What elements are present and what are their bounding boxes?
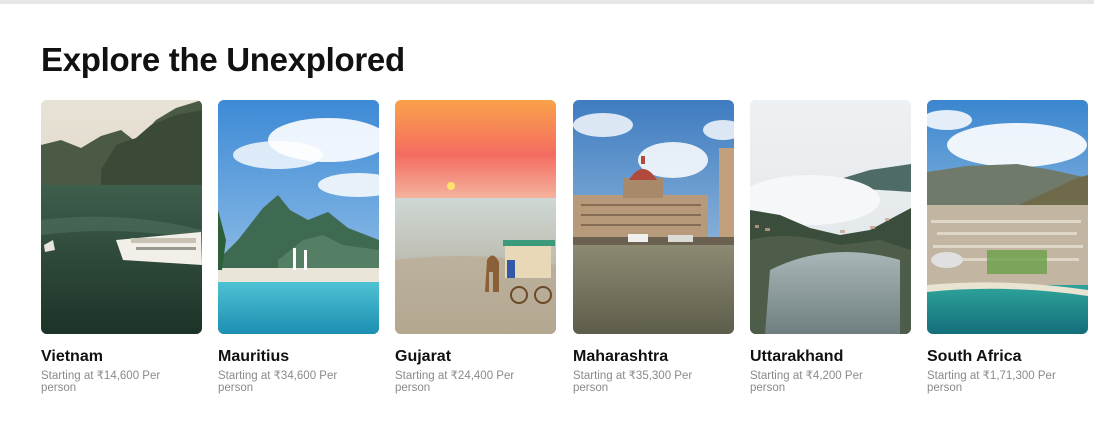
top-divider bbox=[0, 0, 1094, 4]
vietnam-bay-cruise-image[interactable] bbox=[41, 100, 202, 334]
destination-card-mauritius[interactable]: Mauritius Starting at ₹34,600 Per person bbox=[218, 100, 380, 394]
destination-name[interactable]: South Africa bbox=[927, 348, 1089, 366]
destination-name[interactable]: Gujarat bbox=[395, 348, 557, 366]
gujarat-sunset-camel-cart-image[interactable] bbox=[395, 100, 556, 334]
destination-card-gujarat[interactable]: Gujarat Starting at ₹24,400 Per person bbox=[395, 100, 557, 394]
destination-card-uttarakhand[interactable]: Uttarakhand Starting at ₹4,200 Per perso… bbox=[750, 100, 912, 394]
destination-price: Starting at ₹1,71,300 Per person bbox=[927, 370, 1056, 394]
mumbai-taj-hotel-image[interactable] bbox=[573, 100, 734, 334]
destination-card-maharashtra[interactable]: Maharashtra Starting at ₹35,300 Per pers… bbox=[573, 100, 735, 394]
destination-price: Starting at ₹4,200 Per person bbox=[750, 370, 863, 394]
destination-price: Starting at ₹24,400 Per person bbox=[395, 370, 515, 394]
destination-name[interactable]: Vietnam bbox=[41, 348, 203, 366]
destination-price: Starting at ₹35,300 Per person bbox=[573, 370, 693, 394]
destination-card-vietnam[interactable]: Vietnam Starting at ₹14,600 Per person bbox=[41, 100, 203, 394]
cape-town-table-mountain-image[interactable] bbox=[927, 100, 1088, 334]
destination-price: Starting at ₹14,600 Per person bbox=[41, 370, 161, 394]
destination-price: Starting at ₹34,600 Per person bbox=[218, 370, 338, 394]
destination-name[interactable]: Maharashtra bbox=[573, 348, 735, 366]
destination-card-south-africa[interactable]: South Africa Starting at ₹1,71,300 Per p… bbox=[927, 100, 1089, 394]
destination-name[interactable]: Uttarakhand bbox=[750, 348, 912, 366]
mauritius-beach-mountain-image[interactable] bbox=[218, 100, 379, 334]
section-title: Explore the Unexplored bbox=[41, 41, 405, 78]
destination-name[interactable]: Mauritius bbox=[218, 348, 380, 366]
nainital-lake-clouds-image[interactable] bbox=[750, 100, 911, 334]
